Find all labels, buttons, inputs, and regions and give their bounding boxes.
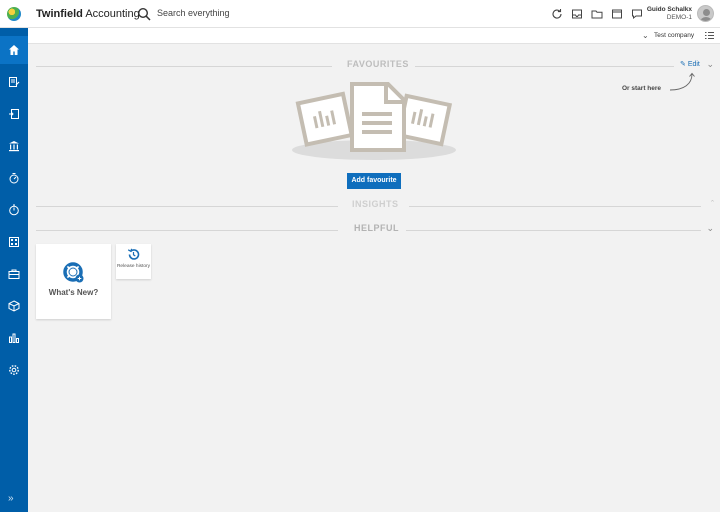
history-icon — [127, 248, 140, 260]
inbox-icon[interactable] — [571, 8, 583, 20]
sidebar-item-reports[interactable] — [0, 324, 28, 352]
edit-label: Edit — [687, 61, 700, 68]
curved-arrow-icon — [669, 72, 695, 91]
chevron-down-icon[interactable]: ⌄ — [642, 31, 649, 40]
chevron-down-icon[interactable]: ⌄ — [706, 59, 714, 70]
chevron-down-icon[interactable]: ⌄ — [706, 223, 714, 234]
helpful-header: HELPFUL ⌄ — [36, 223, 714, 237]
chevron-up-icon[interactable]: ˆ — [711, 199, 714, 209]
lifebuoy-icon — [63, 262, 84, 283]
calculator-icon — [9, 237, 19, 247]
insights-header: INSIGHTS ˆ — [36, 199, 714, 213]
release-history-tile[interactable]: Release history — [116, 244, 151, 279]
user-name[interactable]: Guido Schalkx — [647, 6, 692, 13]
divider — [36, 206, 338, 207]
briefcase-icon — [8, 269, 20, 279]
sidebar-item-documents[interactable] — [0, 100, 28, 128]
empty-favourites-illustration — [292, 82, 456, 160]
refresh-icon[interactable] — [551, 8, 563, 20]
bank-icon — [9, 141, 19, 152]
brand-product: Accounting — [85, 8, 140, 20]
insights-title: INSIGHTS — [352, 199, 399, 209]
home-icon — [9, 45, 19, 55]
favourites-header: FAVOURITES ⌄ — [36, 59, 714, 73]
app-title: Twinfield Accounting — [36, 8, 140, 20]
tile-label: What's New? — [48, 288, 99, 297]
sidebar-item-timer[interactable] — [0, 196, 28, 224]
sidebar-item-settings[interactable] — [0, 356, 28, 384]
folder-icon[interactable] — [591, 8, 603, 20]
avatar[interactable] — [697, 5, 714, 22]
settings-icon — [9, 365, 19, 375]
divider — [415, 66, 674, 67]
sidebar: » — [0, 28, 28, 512]
company-selector[interactable]: Test company — [654, 32, 694, 39]
favourites-title: FAVOURITES — [347, 59, 409, 69]
top-bar: Twinfield Accounting Search everything G… — [0, 0, 720, 28]
divider — [406, 230, 701, 231]
company-bar: ⌄ Test company — [28, 28, 720, 44]
user-environment[interactable]: DEMO-1 — [667, 14, 692, 21]
timer-icon — [9, 204, 19, 216]
bar-chart-icon — [9, 333, 19, 343]
brand-name: Twinfield — [36, 8, 83, 20]
sidebar-item-home[interactable] — [0, 36, 28, 64]
divider — [36, 230, 338, 231]
chat-icon[interactable] — [631, 8, 643, 20]
twinfield-logo-icon[interactable] — [7, 7, 21, 21]
divider — [409, 206, 701, 207]
helpful-title: HELPFUL — [354, 223, 399, 233]
edit-favourites-link[interactable]: ✎ Edit — [680, 60, 700, 68]
sidebar-item-calculator[interactable] — [0, 228, 28, 256]
invoice-edit-icon — [9, 77, 20, 87]
sidebar-item-invoices[interactable] — [0, 68, 28, 96]
divider — [36, 66, 332, 67]
search-icon[interactable] — [137, 7, 151, 21]
stopwatch-icon — [9, 173, 19, 184]
box-icon — [8, 300, 20, 312]
list-icon[interactable] — [705, 31, 714, 40]
whats-new-tile[interactable]: What's New? — [36, 244, 111, 319]
add-favourite-button[interactable]: Add favourite — [347, 173, 401, 189]
search-input[interactable]: Search everything — [157, 8, 230, 18]
tile-label: Release history — [116, 264, 151, 269]
sidebar-item-briefcase[interactable] — [0, 260, 28, 288]
sidebar-item-products[interactable] — [0, 292, 28, 320]
window-icon[interactable] — [611, 8, 623, 20]
sidebar-expand-button[interactable]: » — [8, 493, 14, 504]
sidebar-item-stopwatch[interactable] — [0, 164, 28, 192]
start-here-hint: Or start here — [622, 85, 662, 92]
sidebar-item-bank[interactable] — [0, 132, 28, 160]
document-out-icon — [9, 109, 19, 119]
